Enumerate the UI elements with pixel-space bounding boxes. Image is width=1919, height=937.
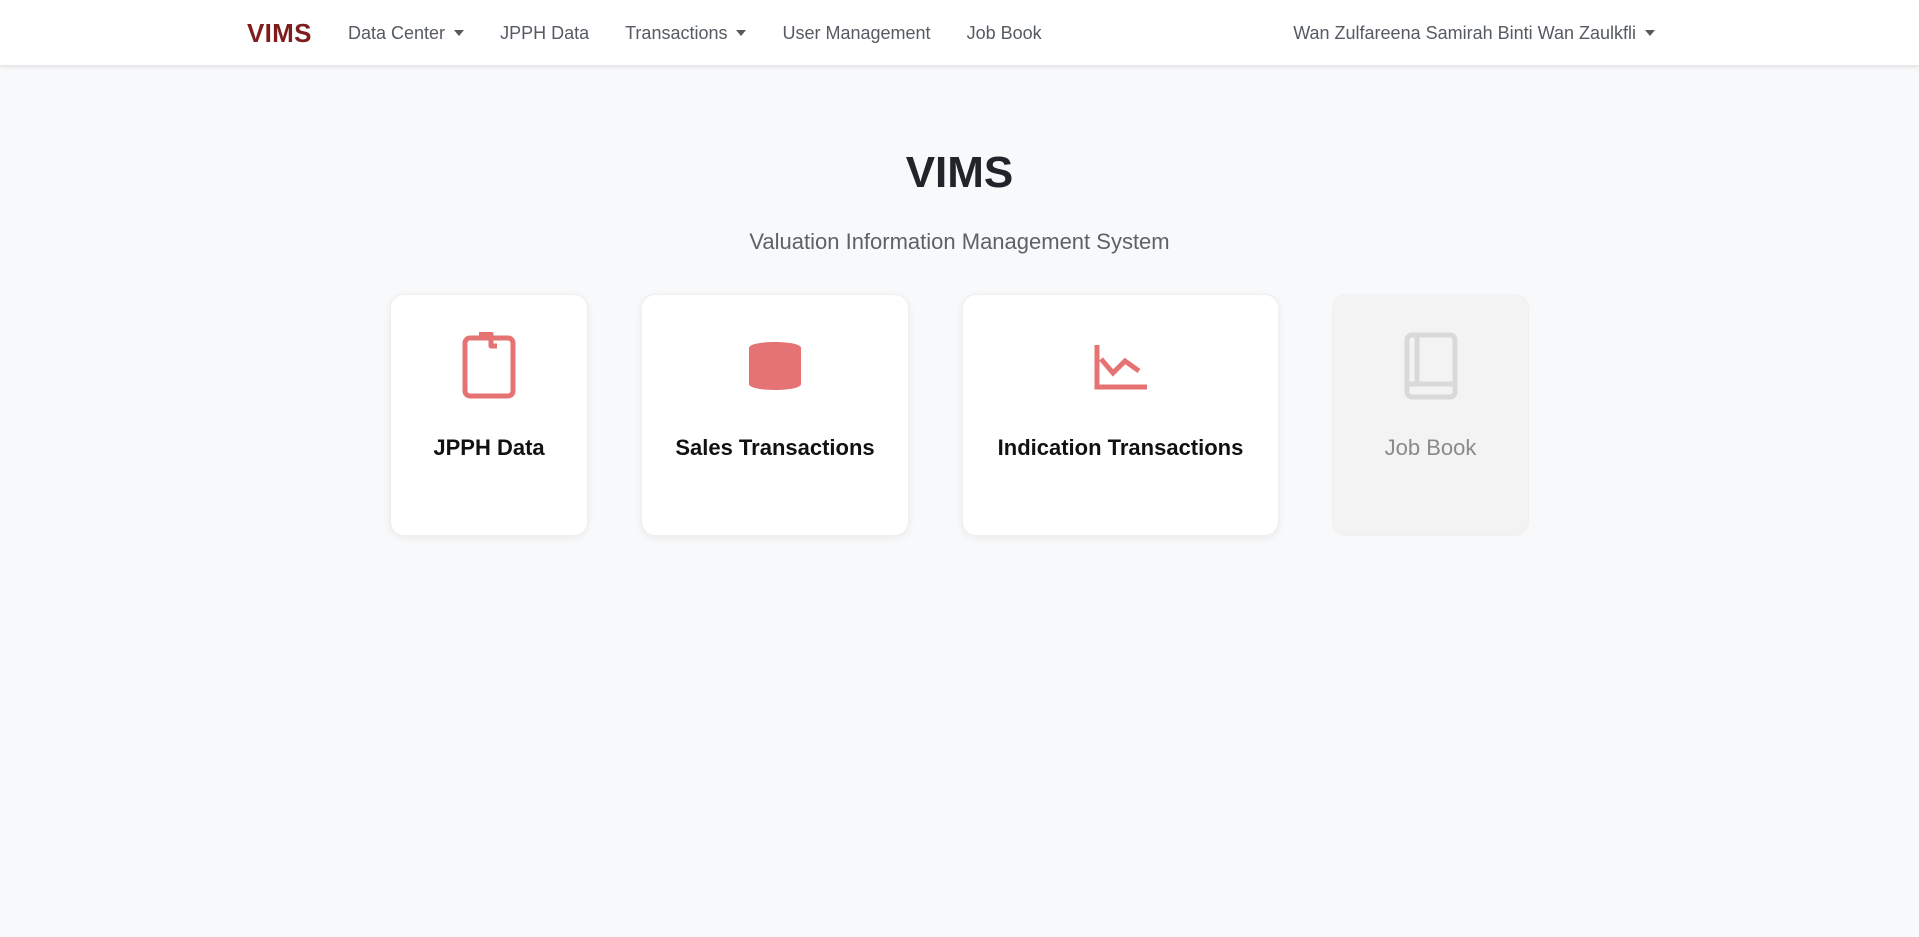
page-title: VIMS xyxy=(905,148,1014,197)
user-name: Wan Zulfareena Samirah Binti Wan Zaulkfl… xyxy=(1293,22,1636,43)
caret-down-icon xyxy=(454,30,465,36)
nav-transactions-label: Transactions xyxy=(625,22,728,43)
nav-job-book-link[interactable]: Job Book xyxy=(967,23,1042,44)
chart-line-icon xyxy=(963,331,1278,401)
card-jpph-data[interactable]: JPPH Data xyxy=(390,294,588,536)
card-sales-transactions[interactable]: Sales Transactions xyxy=(641,294,909,536)
nav-transactions-dropdown[interactable]: Transactions xyxy=(625,22,747,44)
nav-jpph-data-label: JPPH Data xyxy=(500,22,590,43)
top-navbar: VIMS Data Center JPPH Data Transactions … xyxy=(0,0,1919,66)
card-indication-transactions[interactable]: Indication Transactions xyxy=(962,294,1279,536)
nav-user-management-link[interactable]: User Management xyxy=(782,23,930,44)
clipboard-icon xyxy=(391,331,587,401)
brand-logo[interactable]: VIMS xyxy=(247,18,312,49)
nav-user-management-label: User Management xyxy=(782,22,931,43)
user-menu-dropdown[interactable]: Wan Zulfareena Samirah Binti Wan Zaulkfl… xyxy=(1293,0,1655,66)
caret-down-icon xyxy=(1645,30,1655,36)
card-label: Job Book xyxy=(1384,435,1477,460)
nav-data-center-dropdown[interactable]: Data Center xyxy=(348,22,465,44)
nav-jpph-data-link[interactable]: JPPH Data xyxy=(500,23,589,44)
nav-links: Data Center JPPH Data Transactions User … xyxy=(348,0,1078,66)
page-subtitle: Valuation Information Management System xyxy=(749,229,1170,254)
caret-down-icon xyxy=(736,30,747,36)
nav-job-book-label: Job Book xyxy=(966,22,1042,43)
book-icon xyxy=(1333,331,1528,401)
card-label: Sales Transactions xyxy=(675,435,875,460)
database-icon xyxy=(642,331,908,401)
nav-data-center-label: Data Center xyxy=(348,22,446,43)
card-job-book: Job Book xyxy=(1332,294,1529,536)
card-label: Indication Transactions xyxy=(997,435,1244,460)
card-label: JPPH Data xyxy=(433,435,545,460)
